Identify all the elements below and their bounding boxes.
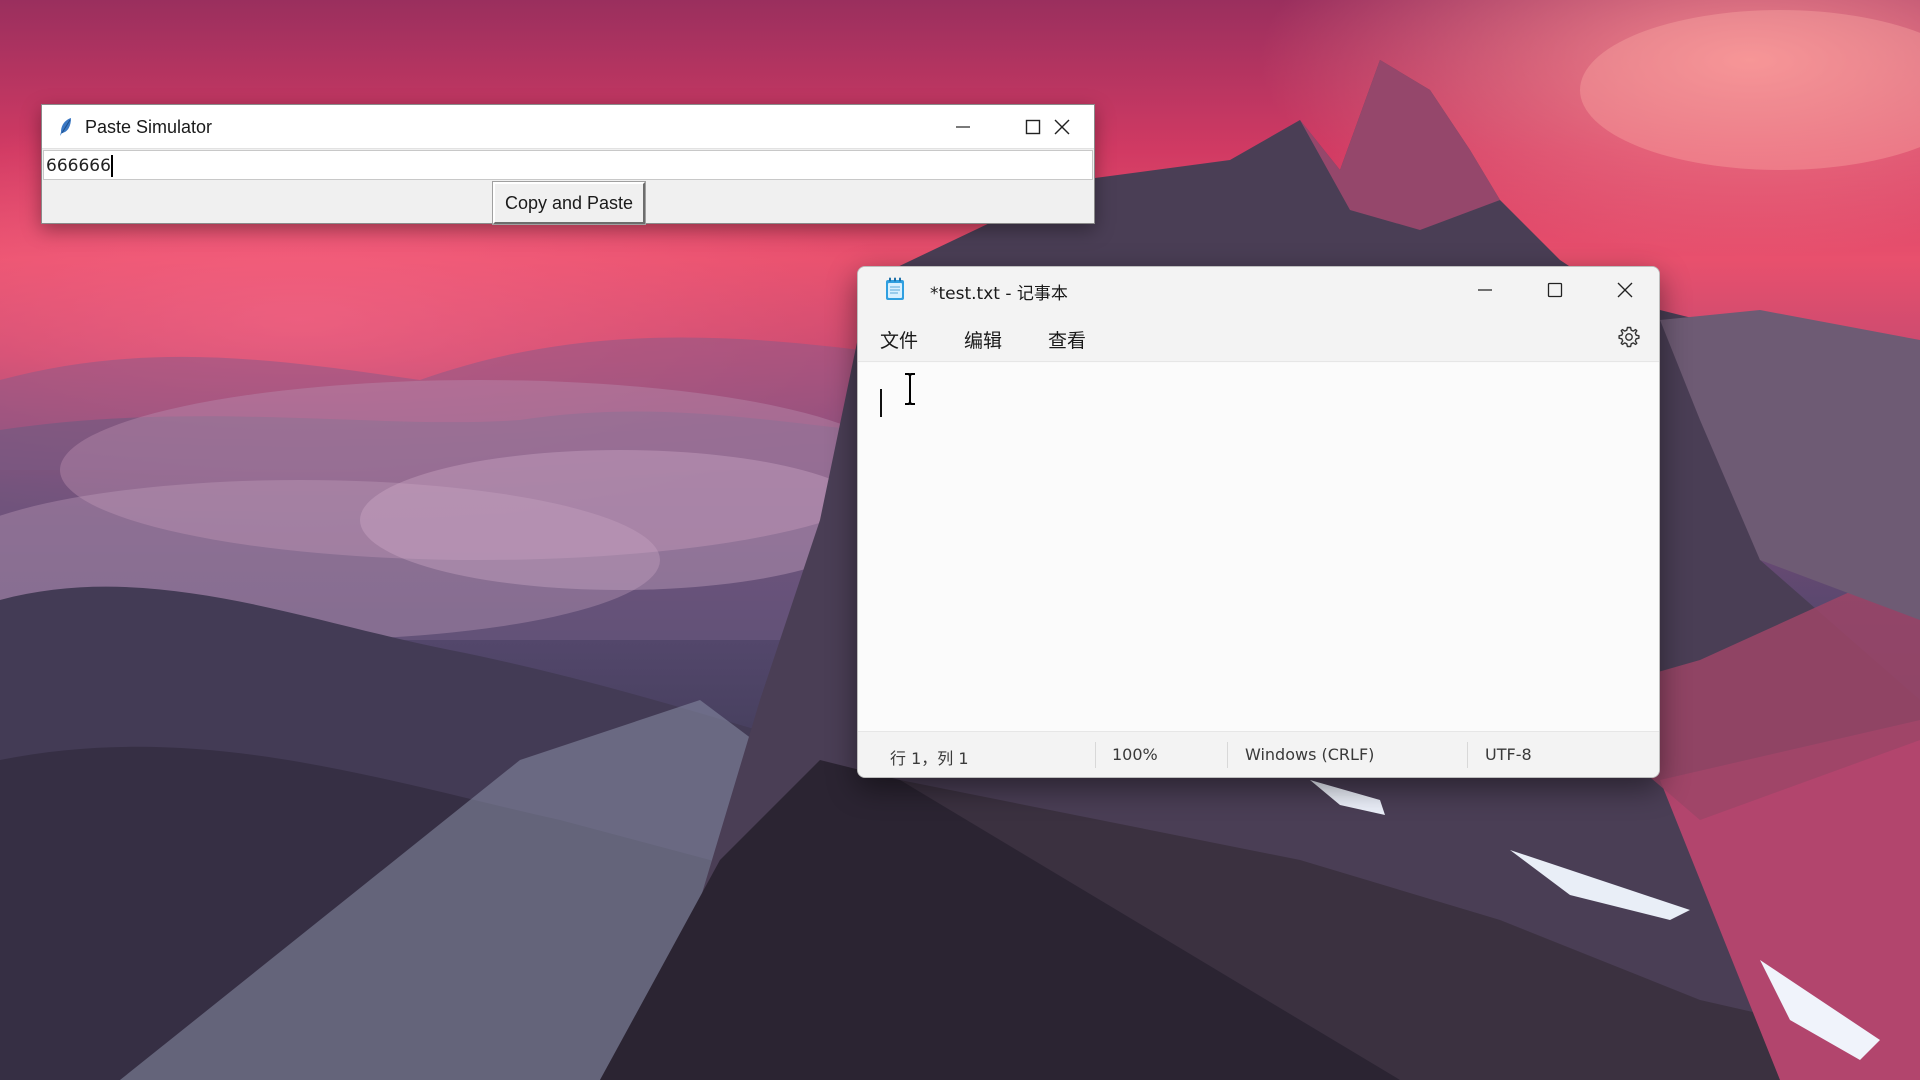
- close-button[interactable]: [1028, 105, 1096, 149]
- minimize-icon: [1478, 288, 1492, 291]
- status-line-ending: Windows (CRLF): [1245, 745, 1375, 764]
- paste-simulator-titlebar[interactable]: Paste Simulator: [42, 105, 1094, 149]
- notepad-title: *test.txt - 记事本: [930, 284, 1068, 304]
- paste-simulator-window: Paste Simulator 666666 Copy and Paste: [41, 104, 1095, 225]
- status-cursor-position: 行 1，列 1: [890, 749, 969, 768]
- minimize-button[interactable]: [928, 105, 998, 149]
- notepad-statusbar: 行 1，列 1 100% Windows (CRLF) UTF-8: [858, 731, 1659, 777]
- paste-text-entry[interactable]: 666666: [43, 150, 1093, 180]
- notepad-maximize-button[interactable]: [1520, 267, 1590, 312]
- notepad-titlebar[interactable]: *test.txt - 记事本: [858, 267, 1659, 312]
- paste-simulator-title: Paste Simulator: [85, 117, 213, 137]
- notepad-window: *test.txt - 记事本 文件 编辑 查看 行 1，列 1 100% Wi…: [857, 266, 1660, 778]
- notepad-menubar: 文件 编辑 查看: [858, 312, 1659, 362]
- close-icon: [1054, 119, 1070, 135]
- text-caret: [880, 389, 882, 417]
- status-divider: [1095, 742, 1096, 768]
- menu-view[interactable]: 查看: [1048, 326, 1086, 353]
- status-divider: [1467, 742, 1468, 768]
- status-zoom: 100%: [1112, 745, 1158, 764]
- paste-entry-value: 666666: [46, 156, 111, 176]
- status-divider: [1227, 742, 1228, 768]
- maximize-icon: [1547, 282, 1563, 297]
- menu-file[interactable]: 文件: [880, 326, 918, 353]
- ibeam-cursor-icon: [905, 373, 915, 405]
- text-caret: [110, 155, 113, 177]
- feather-icon: [60, 118, 71, 136]
- menu-edit[interactable]: 编辑: [964, 326, 1002, 353]
- status-encoding: UTF-8: [1485, 745, 1532, 764]
- copy-and-paste-button[interactable]: Copy and Paste: [492, 181, 646, 225]
- notepad-close-button[interactable]: [1590, 267, 1659, 312]
- notepad-text-area[interactable]: [858, 363, 1659, 731]
- minimize-icon: [956, 126, 970, 128]
- notepad-minimize-button[interactable]: [1450, 267, 1520, 312]
- notepad-icon: [886, 277, 904, 300]
- gear-icon[interactable]: [1617, 325, 1641, 349]
- close-icon: [1617, 282, 1633, 297]
